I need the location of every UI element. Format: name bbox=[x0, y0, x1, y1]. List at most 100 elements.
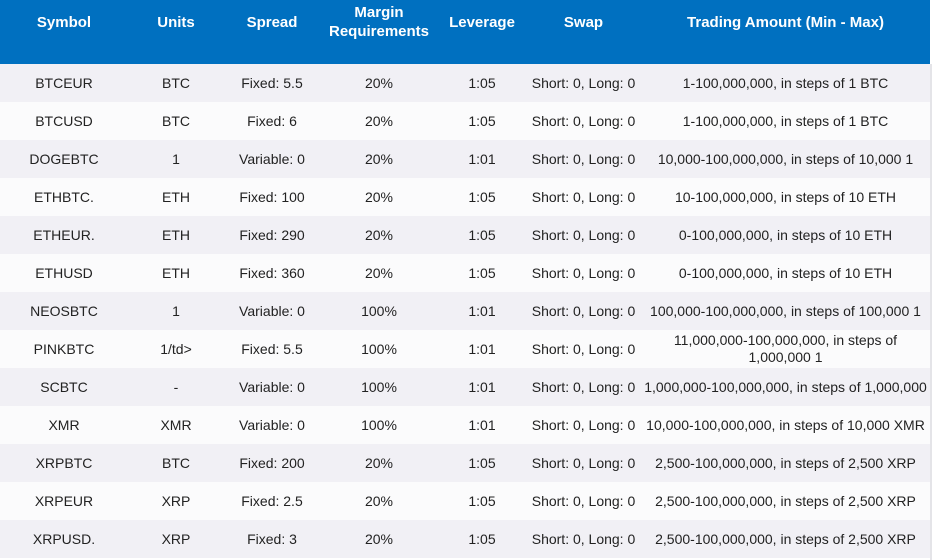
cell-amount: 1-100,000,000, in steps of 1 BTC bbox=[641, 102, 930, 140]
cell-units: - bbox=[128, 368, 224, 406]
table-row: XRPBTC BTC Fixed: 200 20% 1:05 Short: 0, Long… bbox=[0, 444, 930, 482]
cell-symbol: SCBTC bbox=[0, 368, 128, 406]
cell-margin: 20% bbox=[320, 254, 438, 292]
cell-swap: Short: 0, Long: 0 bbox=[526, 102, 641, 140]
table-header: Symbol Units Spread Margin Requirements … bbox=[0, 0, 930, 64]
cell-spread: Fixed: 2.5 bbox=[224, 482, 320, 520]
cell-swap: Short: 0, Long: 0 bbox=[526, 368, 641, 406]
cell-amount: 1-100,000,000, in steps of 1 BTC bbox=[641, 64, 930, 102]
table-row: BTCEUR BTC Fixed: 5.5 20% 1:05 Short: 0, Long… bbox=[0, 64, 930, 102]
cell-spread: Fixed: 5.5 bbox=[224, 64, 320, 102]
header-row: Symbol Units Spread Margin Requirements … bbox=[0, 0, 930, 64]
cell-spread: Fixed: 3 bbox=[224, 520, 320, 558]
cell-leverage: 1:05 bbox=[438, 520, 526, 558]
cell-units: XMR bbox=[128, 406, 224, 444]
cell-swap: Short: 0, Long: 0 bbox=[526, 482, 641, 520]
cell-leverage: 1:05 bbox=[438, 482, 526, 520]
cell-leverage: 1:01 bbox=[438, 292, 526, 330]
cell-spread: Variable: 0 bbox=[224, 368, 320, 406]
cell-amount: 100,000-100,000,000, in steps of 100,000… bbox=[641, 292, 930, 330]
cell-leverage: 1:05 bbox=[438, 102, 526, 140]
table-row: XRPUSD. XRP Fixed: 3 20% 1:05 Short: 0, Long:… bbox=[0, 520, 930, 558]
cell-margin: 20% bbox=[320, 482, 438, 520]
column-header-spread: Spread bbox=[224, 0, 320, 64]
cell-leverage: 1:05 bbox=[438, 254, 526, 292]
cell-amount: 10,000-100,000,000, in steps of 10,000 X… bbox=[641, 406, 930, 444]
cell-symbol: ETHBTC. bbox=[0, 178, 128, 216]
cell-amount: 2,500-100,000,000, in steps of 2,500 XRP bbox=[641, 520, 930, 558]
cell-symbol: BTCUSD bbox=[0, 102, 128, 140]
cell-margin: 100% bbox=[320, 406, 438, 444]
cell-units: ETH bbox=[128, 216, 224, 254]
cell-spread: Fixed: 5.5 bbox=[224, 330, 320, 368]
cell-swap: Short: 0, Long: 0 bbox=[526, 406, 641, 444]
cell-leverage: 1:01 bbox=[438, 140, 526, 178]
table-body: BTCEUR BTC Fixed: 5.5 20% 1:05 Short: 0, Long… bbox=[0, 64, 930, 558]
cell-spread: Fixed: 290 bbox=[224, 216, 320, 254]
cell-margin: 20% bbox=[320, 520, 438, 558]
column-header-symbol: Symbol bbox=[0, 0, 128, 64]
cell-spread: Fixed: 360 bbox=[224, 254, 320, 292]
table-row: ETHBTC. ETH Fixed: 100 20% 1:05 Short: 0, Lon… bbox=[0, 178, 930, 216]
table-row: PINKBTC 1/td> Fixed: 5.5 100% 1:01 Short: 0, … bbox=[0, 330, 930, 368]
cell-spread: Variable: 0 bbox=[224, 140, 320, 178]
cell-leverage: 1:01 bbox=[438, 368, 526, 406]
cell-margin: 100% bbox=[320, 330, 438, 368]
column-header-units: Units bbox=[128, 0, 224, 64]
table-row: ETHUSD ETH Fixed: 360 20% 1:05 Short: 0, Long… bbox=[0, 254, 930, 292]
cell-units: 1 bbox=[128, 140, 224, 178]
cell-spread: Fixed: 100 bbox=[224, 178, 320, 216]
cell-swap: Short: 0, Long: 0 bbox=[526, 330, 641, 368]
cell-leverage: 1:01 bbox=[438, 330, 526, 368]
cell-amount: 2,500-100,000,000, in steps of 2,500 XRP bbox=[641, 482, 930, 520]
cell-margin: 100% bbox=[320, 292, 438, 330]
cell-margin: 20% bbox=[320, 64, 438, 102]
column-header-leverage: Leverage bbox=[438, 0, 526, 64]
column-header-trading-amount: Trading Amount (Min - Max) bbox=[641, 0, 930, 64]
cell-units: ETH bbox=[128, 178, 224, 216]
cell-units: 1 bbox=[128, 292, 224, 330]
table-row: DOGEBTC 1 Variable: 0 20% 1:01 Short: 0, Long… bbox=[0, 140, 930, 178]
cell-margin: 20% bbox=[320, 102, 438, 140]
table-row: XRPEUR XRP Fixed: 2.5 20% 1:05 Short: 0, Long… bbox=[0, 482, 930, 520]
column-header-margin-requirements: Margin Requirements bbox=[320, 0, 438, 64]
cell-leverage: 1:01 bbox=[438, 406, 526, 444]
cell-swap: Short: 0, Long: 0 bbox=[526, 292, 641, 330]
table-row: BTCUSD BTC Fixed: 6 20% 1:05 Short: 0, Long: … bbox=[0, 102, 930, 140]
cell-leverage: 1:05 bbox=[438, 444, 526, 482]
cell-spread: Variable: 0 bbox=[224, 292, 320, 330]
cell-leverage: 1:05 bbox=[438, 64, 526, 102]
cell-spread: Variable: 0 bbox=[224, 406, 320, 444]
cell-swap: Short: 0, Long: 0 bbox=[526, 254, 641, 292]
cell-symbol: XRPBTC bbox=[0, 444, 128, 482]
cell-swap: Short: 0, Long: 0 bbox=[526, 178, 641, 216]
cell-amount: 10-100,000,000, in steps of 10 ETH bbox=[641, 178, 930, 216]
cell-amount: 10,000-100,000,000, in steps of 10,000 1 bbox=[641, 140, 930, 178]
cell-margin: 20% bbox=[320, 444, 438, 482]
cell-swap: Short: 0, Long: 0 bbox=[526, 520, 641, 558]
table-row: NEOSBTC 1 Variable: 0 100% 1:01 Short: 0, Lon… bbox=[0, 292, 930, 330]
cell-symbol: DOGEBTC bbox=[0, 140, 128, 178]
table-row: ETHEUR. ETH Fixed: 290 20% 1:05 Short: 0, Lon… bbox=[0, 216, 930, 254]
table-row: XMR XMR Variable: 0 100% 1:01 Short: 0, Long:… bbox=[0, 406, 930, 444]
cell-units: XRP bbox=[128, 520, 224, 558]
cell-amount: 0-100,000,000, in steps of 10 ETH bbox=[641, 254, 930, 292]
cell-spread: Fixed: 6 bbox=[224, 102, 320, 140]
cell-swap: Short: 0, Long: 0 bbox=[526, 444, 641, 482]
cell-leverage: 1:05 bbox=[438, 216, 526, 254]
cell-symbol: PINKBTC bbox=[0, 330, 128, 368]
cell-swap: Short: 0, Long: 0 bbox=[526, 64, 641, 102]
cell-symbol: NEOSBTC bbox=[0, 292, 128, 330]
cell-symbol: XRPUSD. bbox=[0, 520, 128, 558]
cell-units: XRP bbox=[128, 482, 224, 520]
cell-symbol: ETHUSD bbox=[0, 254, 128, 292]
cell-amount: 1,000,000-100,000,000, in steps of 1,000… bbox=[641, 368, 930, 406]
cell-margin: 100% bbox=[320, 368, 438, 406]
cell-spread: Fixed: 200 bbox=[224, 444, 320, 482]
cell-symbol: BTCEUR bbox=[0, 64, 128, 102]
cell-units: 1/td> bbox=[128, 330, 224, 368]
cell-symbol: XRPEUR bbox=[0, 482, 128, 520]
cell-margin: 20% bbox=[320, 140, 438, 178]
cell-units: BTC bbox=[128, 64, 224, 102]
cell-amount: 0-100,000,000, in steps of 10 ETH bbox=[641, 216, 930, 254]
